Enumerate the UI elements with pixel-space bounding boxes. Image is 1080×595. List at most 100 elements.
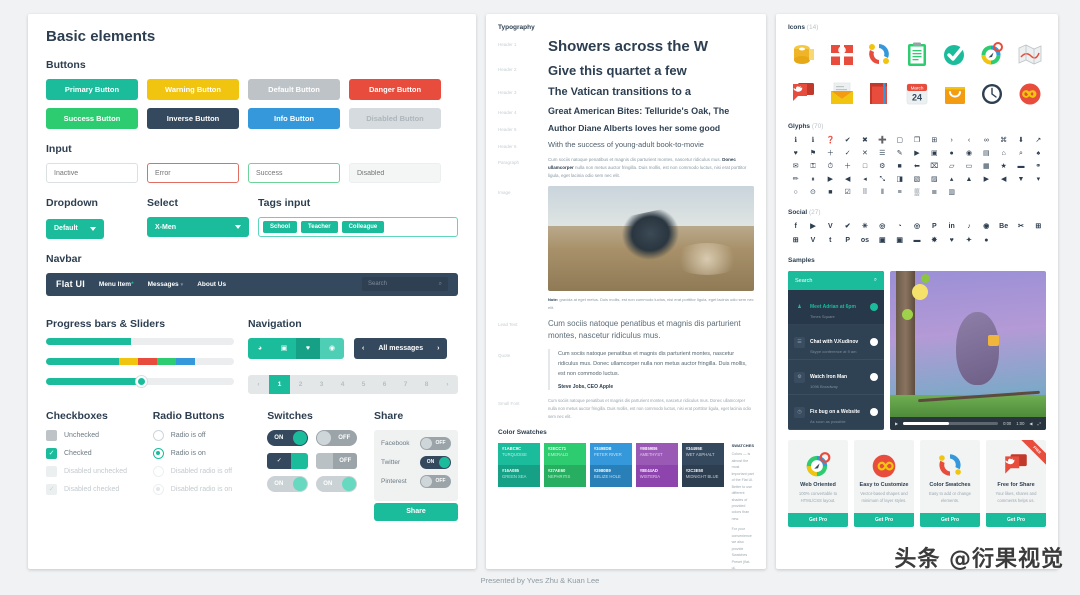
heart-icon[interactable]: ♥ (296, 337, 320, 359)
glyph-icon[interactable]: ◨ (892, 176, 907, 183)
glyph-icon[interactable]: ‹ (961, 137, 976, 144)
glyph-icon[interactable]: □ (857, 163, 872, 170)
glyph-icon[interactable]: ⚑ (805, 150, 820, 157)
social-icon[interactable]: P (927, 223, 942, 230)
glyph-icon[interactable]: ⊞ (927, 137, 942, 144)
checkbox-row[interactable]: Unchecked (46, 429, 141, 441)
glyph-icon[interactable]: ○ (788, 189, 803, 196)
social-icon[interactable]: P (840, 237, 855, 244)
inverse-button[interactable]: Inverse Button (147, 108, 239, 129)
glyph-icon[interactable]: ● (944, 150, 959, 157)
glyph-icon[interactable]: ✕ (857, 150, 872, 157)
social-icon[interactable]: ◔ (892, 223, 907, 230)
fullscreen-icon[interactable]: ⤢ (1038, 421, 1041, 426)
glyph-icon[interactable]: ▤ (979, 150, 994, 157)
glyph-icon[interactable]: ⚿ (805, 163, 820, 170)
glyph-icon[interactable]: ▬ (1013, 163, 1028, 170)
clipboard-icon[interactable] (901, 38, 933, 70)
glyph-icon[interactable]: ◂ (857, 176, 872, 183)
play-icon[interactable]: ▶ (895, 421, 898, 426)
glyph-icon[interactable]: ▶ (823, 176, 838, 183)
tag-chip[interactable]: Colleague (341, 221, 385, 233)
glyph-icon[interactable]: ▱ (944, 163, 959, 170)
glyph-icon[interactable]: ▶ (909, 150, 924, 157)
select-button[interactable]: X-Men (147, 217, 249, 237)
glyph-icon[interactable]: ✏ (788, 176, 803, 183)
navbar-brand[interactable]: Flat UI (56, 279, 85, 289)
glyph-icon[interactable]: ➕ (875, 137, 890, 144)
glyph-icon[interactable]: ⦀ (875, 189, 890, 196)
slider[interactable] (46, 375, 234, 387)
glyph-icon[interactable]: ◀ (840, 176, 855, 183)
glyph-icon[interactable]: ℹ (805, 137, 820, 144)
success-input[interactable] (248, 163, 340, 183)
glyph-icon[interactable]: ↗ (1031, 137, 1046, 144)
todo-status-dot[interactable] (870, 303, 878, 311)
glyph-icon[interactable]: ◀ (996, 176, 1011, 183)
social-icon[interactable]: ✳ (857, 223, 872, 230)
camera-icon[interactable]: ▣ (272, 337, 296, 359)
navbar-search-input[interactable]: Search ⌕ (362, 277, 448, 291)
all-messages-button[interactable]: ‹ All messages › (354, 337, 448, 359)
social-icon[interactable]: ▶ (805, 223, 820, 230)
navbar-item-menu[interactable]: Menu Item* (99, 281, 134, 288)
volume-icon[interactable]: ◀ (1029, 421, 1032, 426)
map-icon[interactable] (1014, 38, 1046, 70)
inactive-input[interactable] (46, 163, 138, 183)
glyph-icon[interactable]: ◉ (961, 150, 976, 157)
glyph-icon[interactable]: ▲ (961, 176, 976, 183)
glyph-icon[interactable]: ℹ (788, 137, 803, 144)
get-pro-button[interactable]: Get Pro (920, 513, 980, 527)
twitter-speech-icon[interactable] (788, 77, 820, 109)
todo-item[interactable]: ⚙ Watch Iron Man 1096 Broadway (788, 360, 884, 395)
calendar-icon[interactable]: March 24 (901, 77, 933, 109)
glyph-icon[interactable]: ▢ (892, 137, 907, 144)
get-pro-button[interactable]: Get Pro (854, 513, 914, 527)
glyph-icon[interactable]: ＋ (840, 163, 855, 170)
pagination-next[interactable]: › (437, 375, 458, 394)
glyph-icon[interactable]: › (944, 137, 959, 144)
social-icon[interactable]: os (857, 237, 872, 244)
glyph-icon[interactable]: ⌘ (996, 137, 1011, 144)
pagination-page-7[interactable]: 7 (395, 375, 416, 394)
glyph-icon[interactable]: ▦ (979, 163, 994, 170)
clock-icon[interactable]: ◕ (248, 337, 272, 359)
switch-square-on[interactable]: ✓ (267, 452, 309, 469)
warning-button[interactable]: Warning Button (147, 79, 239, 100)
pagination-page-4[interactable]: 4 (332, 375, 353, 394)
social-icon[interactable]: V (823, 223, 838, 230)
glyph-icon[interactable]: ▴ (944, 176, 959, 183)
todo-item[interactable]: ☰ Chat with V.Kudinov Skype conference a… (788, 325, 884, 360)
get-pro-button[interactable]: Get Pro (986, 513, 1046, 527)
glyph-icon[interactable]: ★ (996, 163, 1011, 170)
switch-on[interactable]: ON (267, 429, 309, 446)
share-button[interactable]: Share (374, 502, 458, 521)
social-icon[interactable]: ● (979, 237, 994, 244)
pagination-page-3[interactable]: 3 (311, 375, 332, 394)
pagination-page-8[interactable]: 8 (416, 375, 437, 394)
primary-button[interactable]: Primary Button (46, 79, 138, 100)
todo-status-dot[interactable] (870, 408, 878, 416)
tag-chip[interactable]: School (263, 221, 298, 233)
glyph-icon[interactable]: ⌕ (1013, 150, 1028, 157)
dropdown-button[interactable]: Default (46, 218, 104, 239)
social-icon[interactable]: ✸ (927, 237, 942, 244)
glyph-icon[interactable]: ☑ (840, 189, 855, 196)
todo-search-bar[interactable]: Search ⌕ (788, 271, 884, 290)
glyph-icon[interactable]: ⊙ (805, 189, 820, 196)
glyph-icon[interactable]: ▾ (1031, 176, 1046, 183)
social-icon[interactable]: Be (996, 223, 1011, 230)
glyph-icon[interactable]: ✔ (840, 137, 855, 144)
pagination-prev[interactable]: ‹ (248, 375, 269, 394)
danger-button[interactable]: Danger Button (349, 79, 441, 100)
get-pro-button[interactable]: Get Pro (788, 513, 848, 527)
glyph-icon[interactable]: ∞ (979, 137, 994, 144)
navbar-item-messages[interactable]: Messages ▾ (148, 281, 184, 288)
clock-icon[interactable] (977, 77, 1009, 109)
glyph-icon[interactable]: ⠿ (857, 189, 872, 196)
glyph-icon[interactable]: ❐ (909, 137, 924, 144)
social-icon[interactable]: ▣ (892, 237, 907, 244)
glyph-icon[interactable]: ≡ (892, 189, 907, 196)
glyph-icon[interactable]: ❓ (823, 137, 838, 144)
social-icon[interactable]: ◎ (909, 223, 924, 230)
